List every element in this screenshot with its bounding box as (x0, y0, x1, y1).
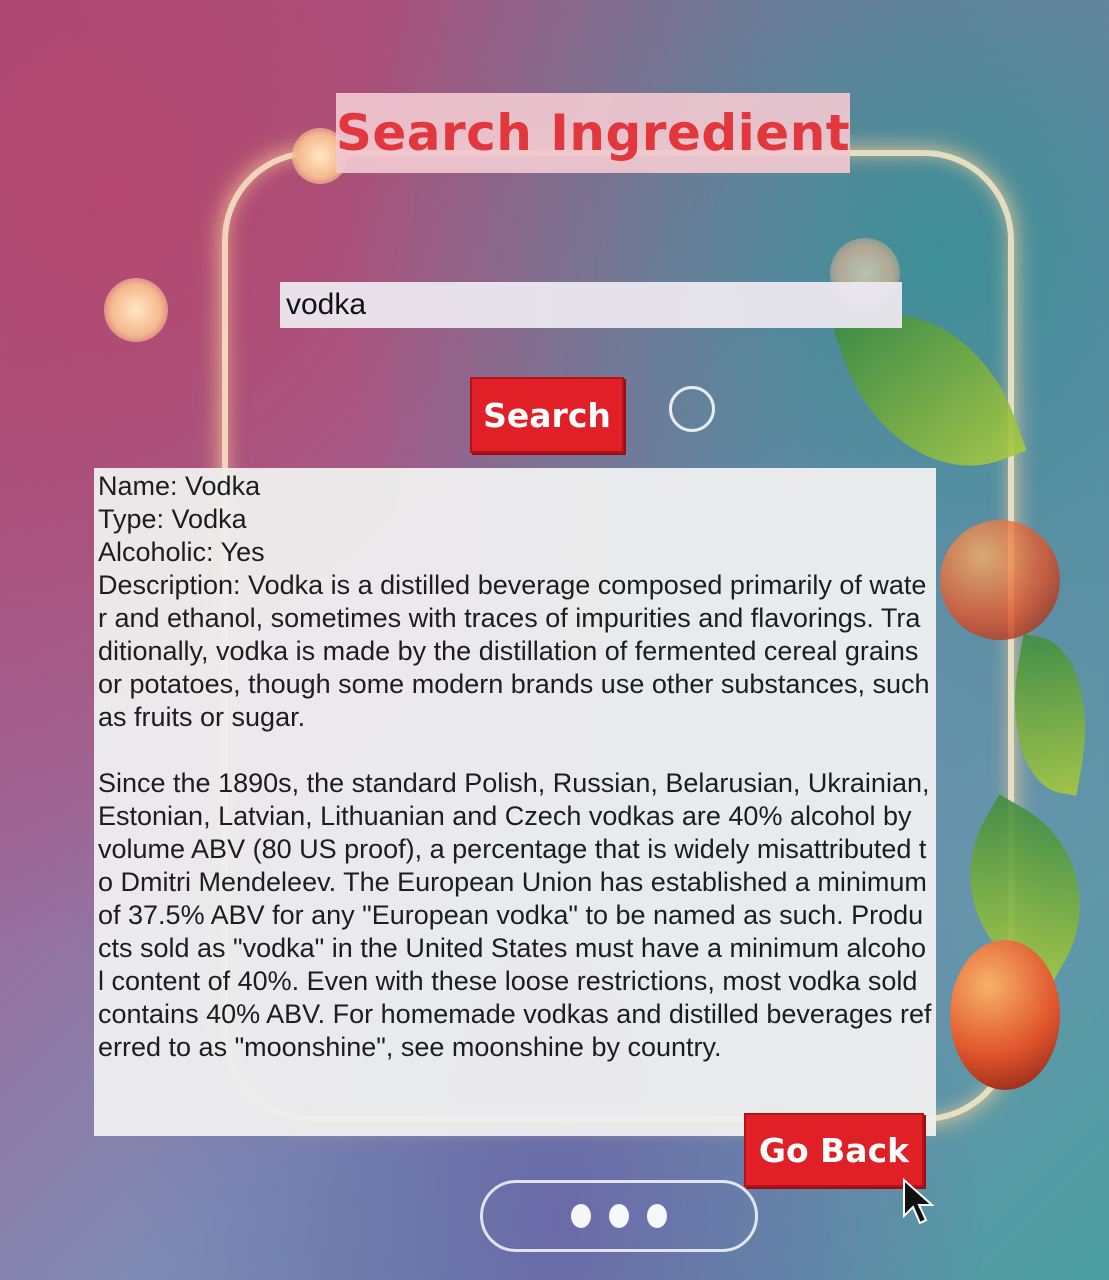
ingredient-type: Type: Vodka (98, 504, 247, 534)
pager-dot (609, 1204, 629, 1228)
ingredient-alcoholic: Alcoholic: Yes (98, 537, 265, 567)
pager-dot (571, 1204, 591, 1228)
ingredient-name: Name: Vodka (98, 471, 261, 501)
fruit (950, 940, 1060, 1090)
circle-ring-icon (669, 386, 715, 432)
palm-leaf (929, 794, 1109, 986)
pager-dot (647, 1204, 667, 1228)
mouse-cursor-icon (903, 1178, 935, 1225)
light-orb (104, 278, 168, 342)
ingredient-description-continued: Since the 1890s, the standard Polish, Ru… (98, 768, 932, 1062)
go-back-button[interactable]: Go Back (744, 1113, 924, 1187)
search-input[interactable] (280, 282, 902, 328)
page-title: Search Ingredient (335, 104, 851, 162)
page-indicator (480, 1180, 758, 1252)
ingredient-details-panel: Name: Vodka Type: Vodka Alcoholic: Yes D… (94, 468, 936, 1136)
search-button[interactable]: Search (470, 377, 624, 453)
ingredient-description: Description: Vodka is a distilled bevera… (98, 570, 930, 732)
fruit (940, 520, 1060, 640)
page-title-banner: Search Ingredient (336, 93, 850, 173)
green-leaf (997, 634, 1103, 796)
